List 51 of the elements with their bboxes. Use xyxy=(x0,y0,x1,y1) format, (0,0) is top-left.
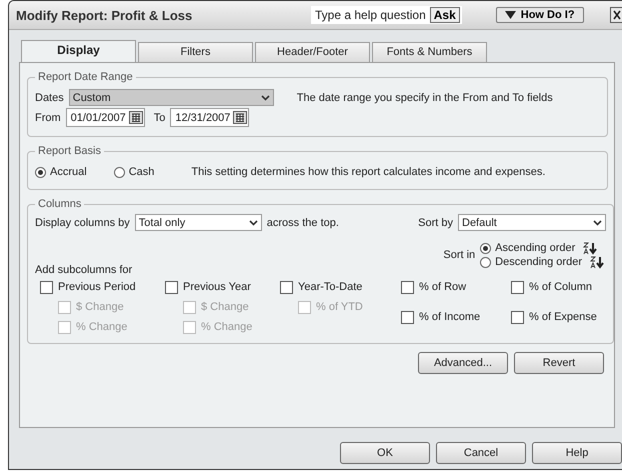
triangle-down-icon xyxy=(504,11,516,19)
calendar-icon[interactable] xyxy=(128,111,143,124)
subcolumns-label: Add subcolumns for xyxy=(35,264,132,276)
checkbox-option[interactable]: % of Row xyxy=(401,280,511,294)
sort-by-dropdown[interactable]: Default xyxy=(458,214,606,231)
to-label: To xyxy=(154,112,166,124)
report-basis-hint: This setting determines how this report calculates income and expenses. xyxy=(191,166,546,178)
from-label: From xyxy=(35,112,61,124)
radio-option[interactable]: Descending order xyxy=(480,256,582,268)
how-do-i-button[interactable]: How Do I? xyxy=(496,7,584,23)
display-columns-label: Display columns by xyxy=(35,216,130,228)
ask-button[interactable]: Ask xyxy=(430,7,460,23)
from-date-field[interactable]: 01/01/2007 xyxy=(66,108,145,127)
date-range-hint: The date range you specify in the From and To fields xyxy=(296,92,553,104)
to-date-field[interactable]: 12/31/2007 xyxy=(170,108,250,127)
sort-in-label: Sort in xyxy=(443,249,476,261)
checkbox-option[interactable]: % of Column xyxy=(511,280,606,294)
checkbox-option[interactable]: Previous Year xyxy=(165,280,280,294)
window-title: Modify Report: Profit & Loss xyxy=(16,8,194,22)
sort-by-label: Sort by xyxy=(418,216,453,228)
dialog-button[interactable]: Help xyxy=(532,442,622,464)
panel-button[interactable]: Revert xyxy=(514,352,604,374)
group-label: Report Date Range xyxy=(37,71,134,83)
panel-button[interactable]: Advanced... xyxy=(418,352,508,374)
checkbox-option[interactable]: Year-To-Date xyxy=(280,280,401,294)
close-icon[interactable] xyxy=(610,7,622,23)
checkbox-option[interactable]: % of Expense xyxy=(511,310,606,324)
group-label: Columns xyxy=(37,198,82,210)
tab[interactable]: Display xyxy=(21,40,136,62)
dialog-button[interactable]: OK xyxy=(340,442,430,464)
sort-order-icon xyxy=(583,242,598,254)
calendar-icon[interactable] xyxy=(233,111,248,124)
sort-order-icon xyxy=(590,256,604,268)
chevron-down-icon xyxy=(593,220,602,226)
dates-label: Dates xyxy=(35,92,64,104)
checkbox-option[interactable]: Previous Period xyxy=(40,280,165,294)
display-columns-dropdown[interactable]: Total only xyxy=(134,214,262,231)
across-label: across the top. xyxy=(266,216,339,228)
tab[interactable]: Filters xyxy=(138,42,253,62)
group-label: Report Basis xyxy=(37,145,102,157)
tab[interactable]: Fonts & Numbers xyxy=(372,42,487,62)
help-question-field[interactable]: Type a help question xyxy=(315,8,426,22)
dates-dropdown[interactable]: Custom xyxy=(68,89,274,106)
chevron-down-icon xyxy=(260,94,270,100)
radio-option[interactable]: Accrual xyxy=(35,166,87,178)
dialog-button[interactable]: Cancel xyxy=(436,442,526,464)
radio-option[interactable]: Cash xyxy=(114,166,154,178)
radio-option[interactable]: Ascending order xyxy=(480,242,576,254)
checkbox-option[interactable]: % of Income xyxy=(401,310,511,324)
chevron-down-icon xyxy=(248,220,258,226)
tab[interactable]: Header/Footer xyxy=(255,42,370,62)
